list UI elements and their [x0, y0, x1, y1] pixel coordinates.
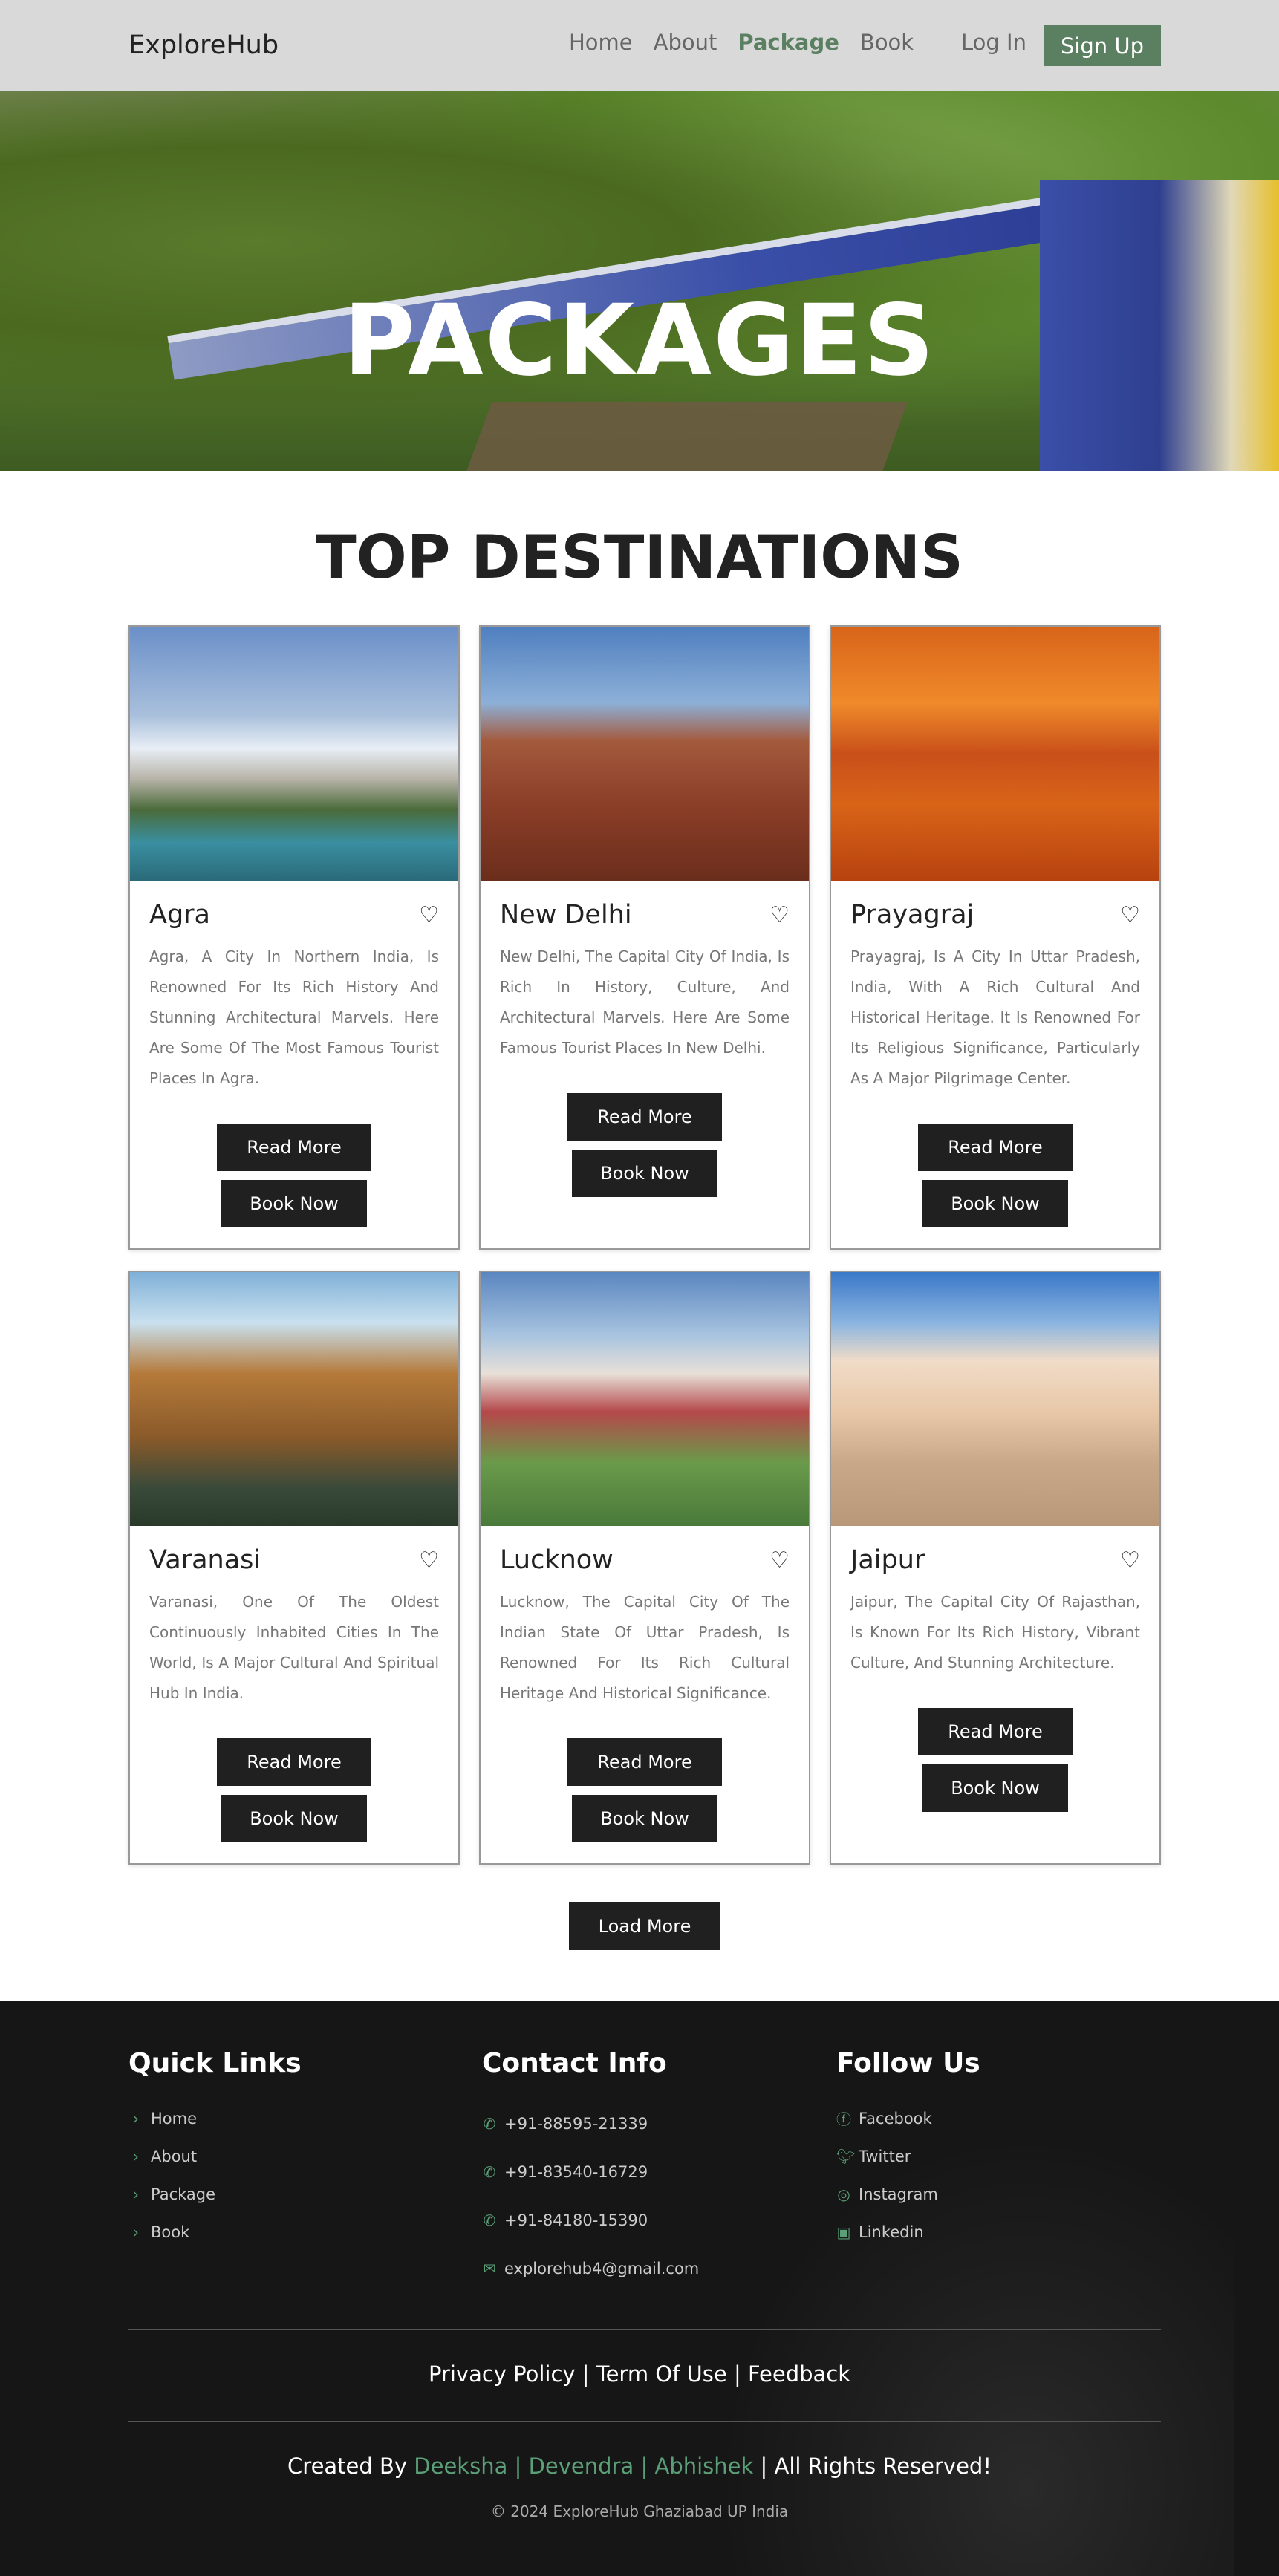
destination-grid: Agra ♡ Agra, A City In Northern India, I… [128, 625, 1161, 1865]
email-item[interactable]: ✉ explorehub4@gmail.com [482, 2244, 700, 2292]
creator-name[interactable]: Deeksha [414, 2453, 507, 2479]
facebook-icon: ⓕ [836, 2110, 851, 2128]
book-now-button[interactable]: Book Now [572, 1150, 717, 1197]
heart-icon[interactable]: ♡ [769, 1548, 790, 1574]
card-description: Varanasi, One Of The Oldest Continuously… [149, 1593, 439, 1702]
copyright: © 2024 ExploreHub Ghaziabad UP India [490, 2502, 789, 2520]
hero-banner: PACKAGES [0, 91, 1279, 471]
instagram-icon: ◎ [837, 2185, 850, 2203]
created-by-label: Created By [287, 2453, 408, 2479]
lucknow-image [481, 1272, 809, 1526]
card-description: Jaipur, The Capital City Of Rajasthan, I… [850, 1593, 1140, 1672]
varanasi-image [130, 1272, 458, 1526]
nav-link-book[interactable]: Book [860, 30, 914, 55]
heart-icon[interactable]: ♡ [769, 902, 790, 928]
destination-card-prayagraj: Prayagraj ♡ Prayagraj, Is A City In Utta… [830, 625, 1161, 1250]
book-now-button[interactable]: Book Now [922, 1764, 1068, 1812]
credits-line: Created By Deeksha | Devendra | Abhishek… [287, 2453, 992, 2479]
jaipur-image [831, 1272, 1159, 1526]
footer: Quick Links › Home › About › Package › Book … [0, 2001, 1279, 2576]
social-facebook[interactable]: ⓕ Facebook [836, 2099, 980, 2137]
prayagraj-image [831, 627, 1159, 881]
heart-icon[interactable]: ♡ [419, 902, 439, 928]
card-title: Jaipur [850, 1545, 925, 1575]
card-description: Agra, A City In Northern India, Is Renow… [149, 948, 439, 1087]
nav-link-home[interactable]: Home [569, 30, 633, 55]
read-more-button[interactable]: Read More [217, 1124, 371, 1171]
card-title: New Delhi [500, 900, 632, 930]
phone-item[interactable]: ✆ +91-84180-15390 [482, 2196, 699, 2244]
social-linkedin[interactable]: ▣ Linkedin [836, 2213, 980, 2251]
contact-info-title: Contact Info [482, 2048, 667, 2078]
read-more-button[interactable]: Read More [918, 1124, 1073, 1171]
envelope-icon: ✉ [483, 2259, 496, 2277]
phone-item[interactable]: ✆ +91-83540-16729 [482, 2148, 699, 2196]
phone-icon: ✆ [483, 2114, 496, 2133]
brand-logo[interactable]: ExploreHub [128, 30, 279, 60]
nav-link-about[interactable]: About [654, 30, 717, 55]
chevron-right-icon: › [133, 2109, 139, 2127]
rights-text: | All Rights Reserved! [760, 2453, 992, 2479]
quick-links-column: Quick Links › Home › About › Package › Book [128, 2048, 302, 2251]
footer-divider [128, 2421, 1161, 2422]
read-more-button[interactable]: Read More [918, 1708, 1073, 1755]
twitter-icon: 🐦︎ [836, 2147, 856, 2165]
card-title: Agra [149, 900, 210, 930]
book-now-button[interactable]: Book Now [221, 1795, 367, 1842]
section-title: TOP DESTINATIONS [316, 523, 963, 592]
read-more-button[interactable]: Read More [567, 1093, 722, 1141]
phone-icon: ✆ [483, 2211, 496, 2229]
new-delhi-image [481, 627, 809, 881]
footer-divider [128, 2329, 1161, 2330]
destination-card-jaipur: Jaipur ♡ Jaipur, The Capital City Of Raj… [830, 1271, 1161, 1865]
contact-info-column: Contact Info ✆ +91-88595-21339 ✆ +91-83540… [482, 2048, 699, 2292]
card-description: Lucknow, The Capital City Of The Indian … [500, 1593, 790, 1702]
social-instagram[interactable]: ◎ Instagram [836, 2175, 980, 2213]
linkedin-icon: ▣ [836, 2223, 851, 2241]
read-more-button[interactable]: Read More [567, 1738, 722, 1786]
read-more-button[interactable]: Read More [217, 1738, 371, 1786]
follow-us-title: Follow Us [836, 2048, 980, 2078]
quick-link-home[interactable]: › Home [128, 2099, 302, 2137]
follow-us-column: Follow Us ⓕ Facebook 🐦︎ Twitter ◎ Instagram… [836, 2048, 980, 2251]
book-now-button[interactable]: Book Now [572, 1795, 717, 1842]
card-description: Prayagraj, Is A City In Uttar Pradesh, I… [850, 948, 1140, 1087]
chevron-right-icon: › [133, 2223, 139, 2241]
creator-name[interactable]: Abhishek [654, 2453, 753, 2479]
agra-image [130, 627, 458, 881]
quick-link-about[interactable]: › About [128, 2137, 302, 2175]
destination-card-varanasi: Varanasi ♡ Varanasi, One Of The Oldest C… [128, 1271, 460, 1865]
creator-name[interactable]: Devendra [529, 2453, 634, 2479]
heart-icon[interactable]: ♡ [419, 1548, 439, 1574]
destination-card-agra: Agra ♡ Agra, A City In Northern India, I… [128, 625, 460, 1250]
quick-links-title: Quick Links [128, 2048, 302, 2078]
heart-icon[interactable]: ♡ [1120, 1548, 1140, 1574]
card-title: Lucknow [500, 1545, 614, 1575]
hero-bridge-image [459, 402, 908, 471]
quick-link-book[interactable]: › Book [128, 2213, 302, 2251]
heart-icon[interactable]: ♡ [1120, 902, 1140, 928]
phone-item[interactable]: ✆ +91-88595-21339 [482, 2099, 699, 2148]
legal-links[interactable]: Privacy Policy | Term Of Use | Feedback [0, 2361, 1279, 2387]
destination-card-lucknow: Lucknow ♡ Lucknow, The Capital City Of T… [479, 1271, 810, 1865]
load-more-button[interactable]: Load More [569, 1902, 720, 1950]
card-title: Varanasi [149, 1545, 261, 1575]
book-now-button[interactable]: Book Now [221, 1180, 367, 1227]
navbar: ExploreHub Home About Package Book Log I… [0, 0, 1279, 91]
hero-title: PACKAGES [343, 284, 936, 398]
card-description: New Delhi, The Capital City Of India, Is… [500, 948, 790, 1057]
chevron-right-icon: › [133, 2147, 139, 2165]
phone-icon: ✆ [483, 2162, 496, 2181]
chevron-right-icon: › [133, 2185, 139, 2203]
quick-link-package[interactable]: › Package [128, 2175, 302, 2213]
login-link[interactable]: Log In [961, 30, 1026, 55]
card-title: Prayagraj [850, 900, 974, 930]
book-now-button[interactable]: Book Now [922, 1180, 1068, 1227]
nav-link-package[interactable]: Package [738, 30, 839, 55]
signup-button[interactable]: Sign Up [1044, 25, 1161, 66]
nav-menu: Home About Package Book [569, 30, 914, 55]
destination-card-new-delhi: New Delhi ♡ New Delhi, The Capital City … [479, 625, 810, 1250]
social-twitter[interactable]: 🐦︎ Twitter [836, 2137, 980, 2175]
